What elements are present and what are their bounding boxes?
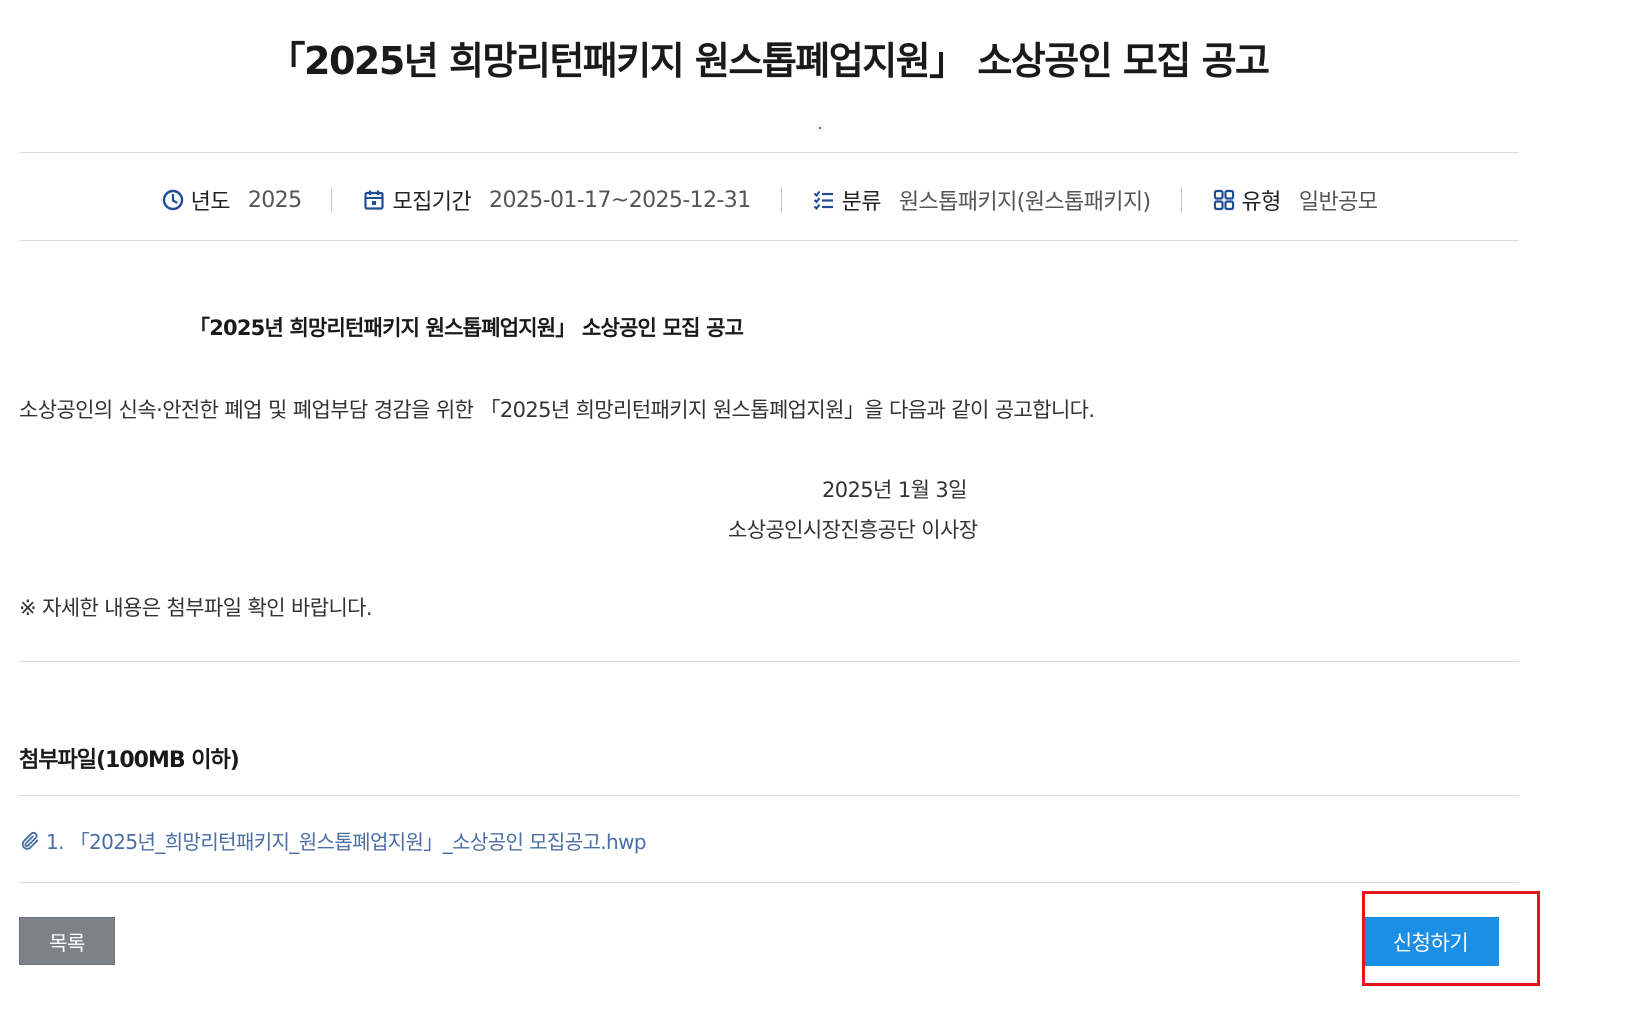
meta-year: 년도 2025: [161, 184, 302, 216]
meta-category: 분류 원스톱패키지(원스톱패키지): [812, 184, 1151, 216]
list-button[interactable]: 목록: [19, 917, 115, 965]
attachments-title: 첨부파일(100MB 이하): [19, 748, 240, 773]
meta-type: 유형 일반공모: [1212, 184, 1378, 216]
meta-year-value: 2025: [247, 187, 302, 213]
content-issuer: 소상공인시장진흥공단 이사장: [728, 518, 978, 542]
meta-year-label: 년도: [190, 190, 231, 215]
apply-button[interactable]: 신청하기: [1362, 917, 1499, 966]
divider-meta: [19, 240, 1519, 241]
meta-info-bar: 년도 2025 모집기간 2025-01-17~2025-12-31 분류 원스…: [19, 160, 1519, 240]
meta-separator: [1180, 187, 1182, 213]
calendar-icon: [362, 188, 386, 212]
content-date: 2025년 1월 3일: [822, 478, 967, 502]
meta-category-label: 분류: [841, 190, 882, 215]
content-note: ※ 자세한 내용은 첨부파일 확인 바랍니다.: [19, 596, 373, 620]
meta-type-label: 유형: [1241, 190, 1282, 215]
meta-separator: [780, 187, 782, 213]
divider-attach-top: [19, 795, 1519, 796]
divider-top: [19, 152, 1519, 153]
content-paragraph: 소상공인의 신속·안전한 폐업 및 폐업부담 경감을 위한 「2025년 희망리…: [19, 398, 1095, 422]
grid-icon: [1212, 188, 1236, 212]
paperclip-icon: [19, 830, 41, 852]
meta-separator: [331, 187, 333, 213]
red-dot-mark: [819, 127, 821, 129]
divider-attach-bottom: [19, 882, 1519, 883]
meta-period-value: 2025-01-17~2025-12-31: [489, 187, 751, 213]
clock-icon: [161, 188, 185, 212]
meta-category-value: 원스톱패키지(원스톱패키지): [898, 190, 1151, 215]
meta-period: 모집기간 2025-01-17~2025-12-31: [362, 184, 751, 216]
attachment-filename: 1. 「2025년_희망리턴패키지_원스톱폐업지원」_소상공인 모집공고.hwp: [46, 830, 647, 854]
divider-content: [19, 661, 1519, 662]
meta-type-value: 일반공모: [1298, 190, 1378, 215]
content-heading: 「2025년 희망리턴패키지 원스톱폐업지원」 소상공인 모집 공고: [189, 316, 744, 340]
meta-period-label: 모집기간: [392, 190, 472, 215]
page-title: 「2025년 희망리턴패키지 원스톱폐업지원」 소상공인 모집 공고: [267, 39, 1271, 83]
checklist-icon: [812, 188, 836, 212]
attachment-link[interactable]: 1. 「2025년_희망리턴패키지_원스톱폐업지원」_소상공인 모집공고.hwp: [19, 826, 647, 855]
